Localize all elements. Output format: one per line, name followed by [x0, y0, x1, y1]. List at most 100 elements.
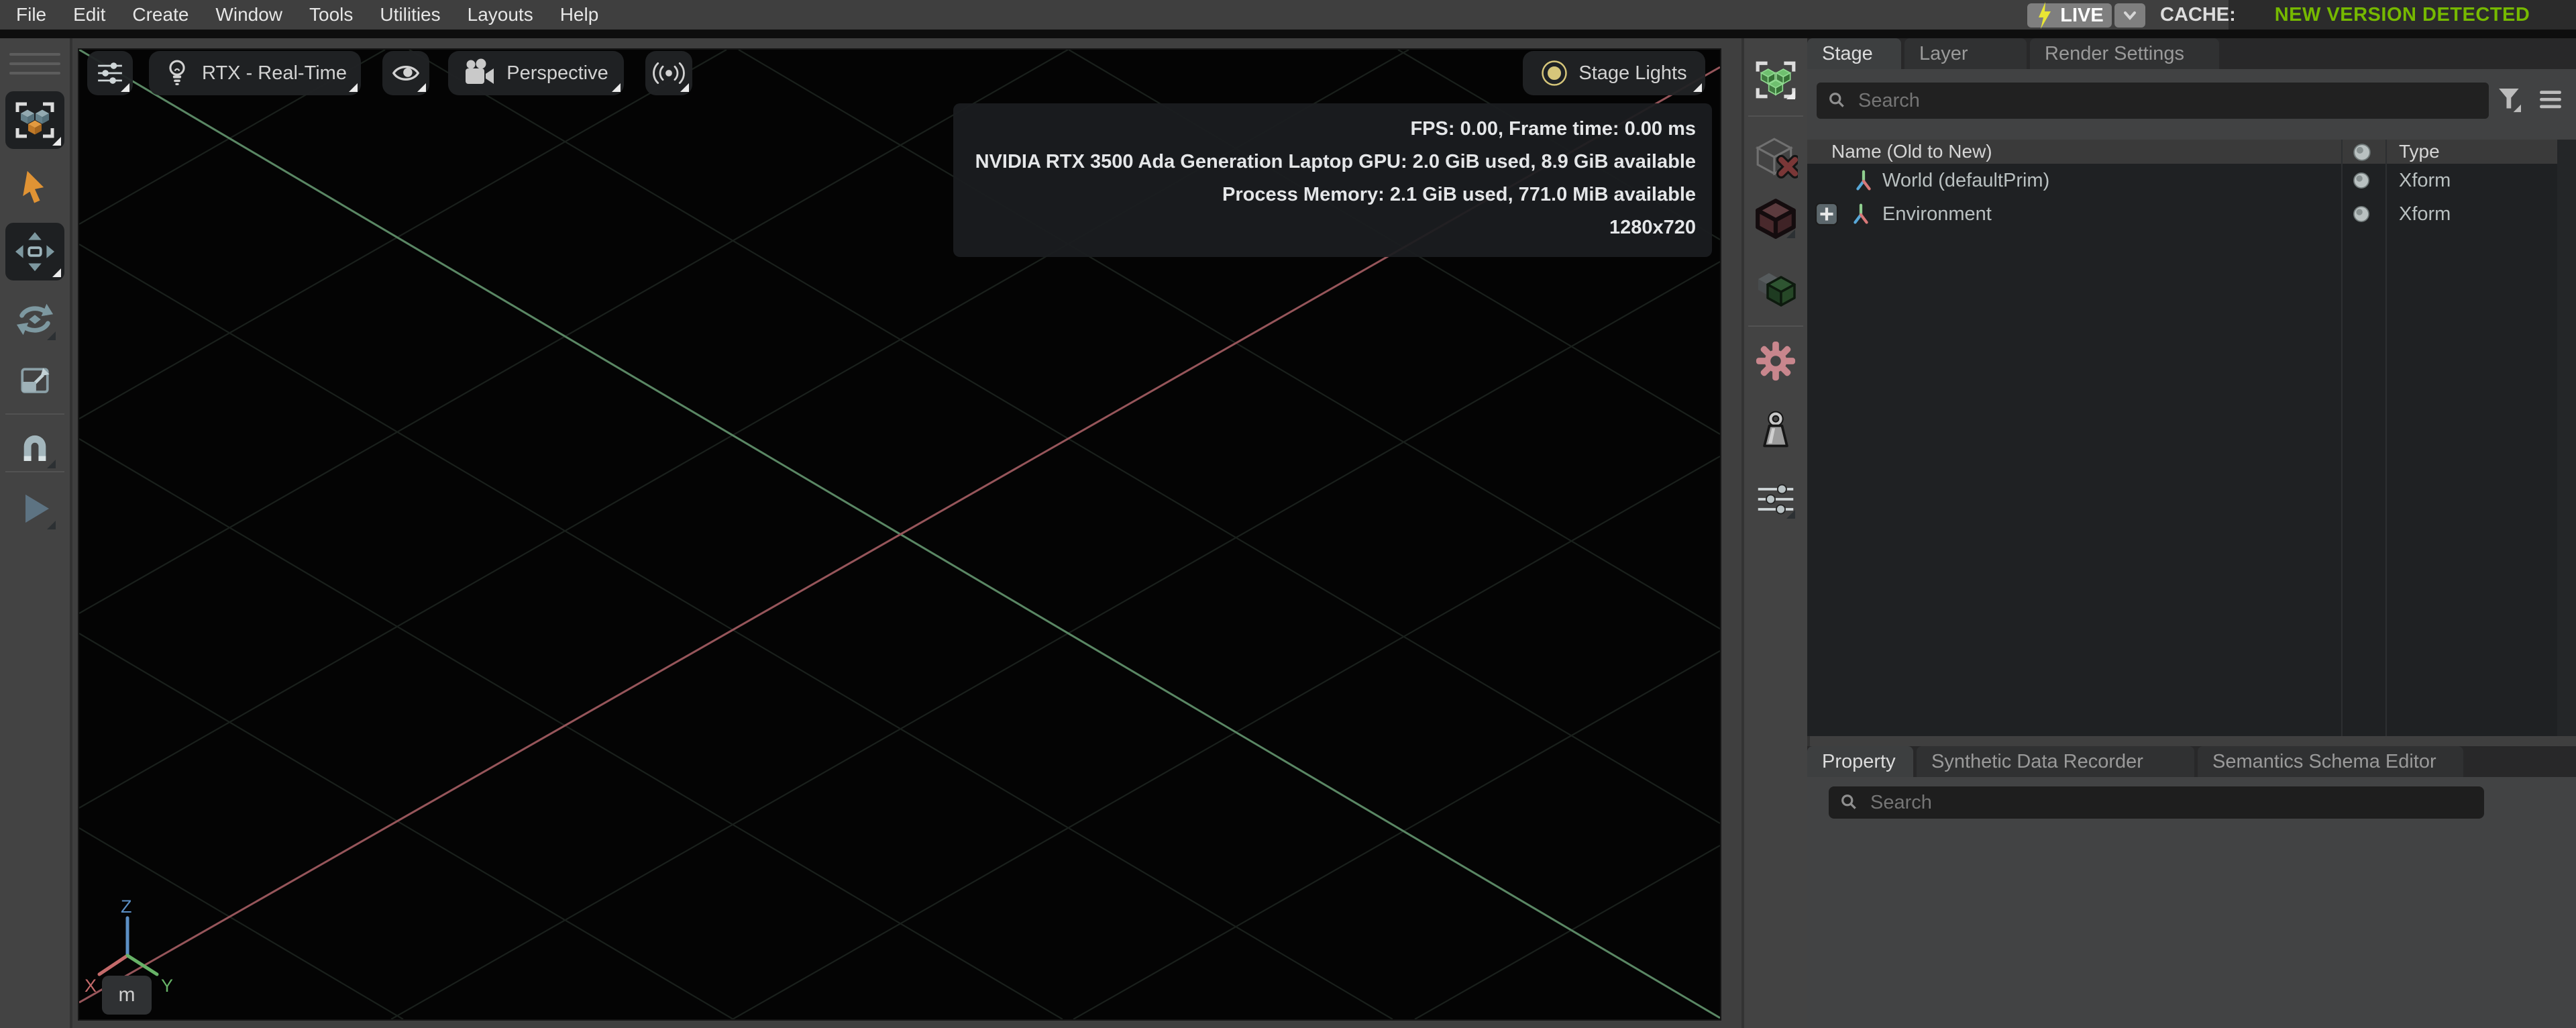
filter-icon[interactable]: [2498, 87, 2521, 113]
renderer-selector-button[interactable]: RTX - Real-Time: [149, 51, 361, 95]
viewport-stats-overlay: FPS: 0.00, Frame time: 0.00 ms NVIDIA RT…: [953, 103, 1712, 257]
xform-icon: [1856, 170, 1871, 191]
live-label: LIVE: [2060, 4, 2104, 26]
x-axis-label: X: [85, 976, 97, 996]
dropdown-corner: [1693, 83, 1702, 92]
toolbar-divider: [5, 471, 64, 472]
select-tool-button[interactable]: [11, 164, 59, 212]
table-row[interactable]: Environment Xform: [1807, 197, 2557, 231]
menu-utilities[interactable]: Utilities: [380, 4, 440, 25]
resolution-stat: 1280x720: [1609, 217, 1696, 238]
property-search[interactable]: [1829, 786, 2484, 819]
stage-options-icon[interactable]: [2538, 89, 2563, 109]
dropdown-corner: [1786, 91, 1795, 99]
viewport-settings-button[interactable]: [87, 51, 133, 95]
dropdown-corner: [121, 83, 129, 92]
stage-toolbar-band: [1807, 69, 2576, 140]
cursor-arrow-icon: [23, 170, 44, 203]
units-button[interactable]: m: [102, 976, 152, 1015]
select-prims-icon: [15, 102, 54, 138]
expand-plus-icon[interactable]: [1815, 203, 1838, 225]
tab-render-settings[interactable]: Render Settings: [2030, 38, 2219, 69]
physics-settings-button[interactable]: [1753, 338, 1799, 384]
menu-window[interactable]: Window: [215, 4, 282, 25]
visibility-button[interactable]: [382, 51, 429, 95]
camera-label: Perspective: [506, 62, 608, 84]
menu-layouts[interactable]: Layouts: [468, 4, 533, 25]
prim-name[interactable]: Environment: [1882, 203, 1992, 225]
dropdown-corner: [1786, 229, 1795, 238]
stage-lights-button[interactable]: Stage Lights: [1523, 51, 1705, 95]
property-search-input[interactable]: [1869, 790, 2387, 815]
y-axis-label: Y: [161, 976, 173, 996]
menu-help[interactable]: Help: [560, 4, 599, 25]
column-name[interactable]: Name (Old to New): [1831, 141, 1992, 162]
visibility-eye-icon[interactable]: [2352, 171, 2371, 190]
prim-type: Xform: [2399, 169, 2451, 191]
table-row[interactable]: World (defaultPrim) Xform: [1807, 164, 2557, 197]
tree-scroll-gutter[interactable]: [2557, 140, 2576, 736]
lightning-bolt-icon: [2039, 2, 2051, 29]
stage-search[interactable]: [1817, 83, 2489, 119]
menu-tools[interactable]: Tools: [309, 4, 353, 25]
weight-icon: [1763, 411, 1788, 448]
rotate-tool-button[interactable]: [11, 295, 59, 344]
live-sync-button[interactable]: LIVE: [2027, 2, 2112, 29]
mass-properties-button[interactable]: [1753, 408, 1799, 454]
gpu-stat: NVIDIA RTX 3500 Ada Generation Laptop GP…: [975, 151, 1696, 172]
scale-tool-button[interactable]: [11, 358, 59, 406]
toolbar-drag-handle[interactable]: [9, 53, 60, 74]
renderer-label: RTX - Real-Time: [202, 62, 347, 84]
snap-tool-button[interactable]: [11, 423, 59, 472]
stage-tab-bar: Stage Layer Render Settings: [1807, 38, 2576, 69]
menu-create[interactable]: Create: [132, 4, 189, 25]
gear-icon: [1756, 341, 1796, 381]
ghost-cube-x-icon: [1755, 138, 1798, 178]
sun-light-icon: [1542, 60, 1568, 86]
prim-name[interactable]: World (defaultPrim): [1882, 170, 2049, 192]
camera-selector-button[interactable]: Perspective: [448, 51, 624, 95]
live-dropdown-button[interactable]: [2114, 3, 2145, 28]
prim-type: Xform: [2399, 203, 2451, 225]
dropdown-corner: [52, 268, 61, 277]
z-axis-label: Z: [121, 896, 132, 917]
selection-mode-button[interactable]: [5, 91, 64, 149]
tab-property[interactable]: Property: [1807, 746, 1913, 777]
stage-search-input[interactable]: [1857, 89, 2388, 113]
menu-edit[interactable]: Edit: [73, 4, 105, 25]
visibility-column-eye-icon[interactable]: [2352, 142, 2372, 162]
mesh-approximation-button[interactable]: [1753, 264, 1799, 309]
toolbar-divider: [1748, 115, 1803, 117]
scale-icon: [21, 368, 50, 393]
dropdown-corner: [417, 83, 426, 92]
tab-synthetic-data-recorder[interactable]: Synthetic Data Recorder: [1917, 746, 2194, 777]
xform-icon: [1854, 203, 1868, 224]
select-physics-button[interactable]: [1753, 57, 1799, 103]
hide-colliders-button[interactable]: [1753, 134, 1799, 180]
tab-layer[interactable]: Layer: [1904, 38, 2027, 69]
viewport-3d[interactable]: RTX - Real-Time Perspective Stage Lights…: [78, 48, 1721, 1021]
move-tool-button[interactable]: [5, 223, 64, 280]
menu-file[interactable]: File: [16, 4, 46, 25]
property-body: [1807, 777, 2576, 1028]
tab-stage[interactable]: Stage: [1807, 38, 1901, 69]
column-type[interactable]: Type: [2399, 141, 2440, 162]
chevron-down-icon: [2124, 11, 2136, 21]
two-cubes-icon: [1758, 273, 1796, 307]
play-button[interactable]: [11, 484, 59, 533]
dropdown-corner: [612, 83, 621, 92]
search-icon: [1829, 93, 1844, 107]
collider-cube-button[interactable]: [1753, 196, 1799, 242]
camera-icon: [466, 58, 494, 84]
visibility-eye-icon[interactable]: [2352, 205, 2371, 223]
new-version-status[interactable]: NEW VERSION DETECTED: [2275, 4, 2530, 26]
debug-sliders-button[interactable]: [1753, 476, 1799, 522]
stage-tree: [1807, 164, 2576, 736]
toolbar-divider: [1748, 325, 1803, 327]
physics-toolbar: [1741, 38, 1810, 1028]
dropdown-corner: [47, 460, 56, 468]
tab-semantics-schema-editor[interactable]: Semantics Schema Editor: [2198, 746, 2463, 777]
dropdown-corner: [1786, 510, 1795, 519]
broadcast-icon: [653, 62, 685, 85]
audio-broadcast-button[interactable]: [645, 51, 692, 95]
